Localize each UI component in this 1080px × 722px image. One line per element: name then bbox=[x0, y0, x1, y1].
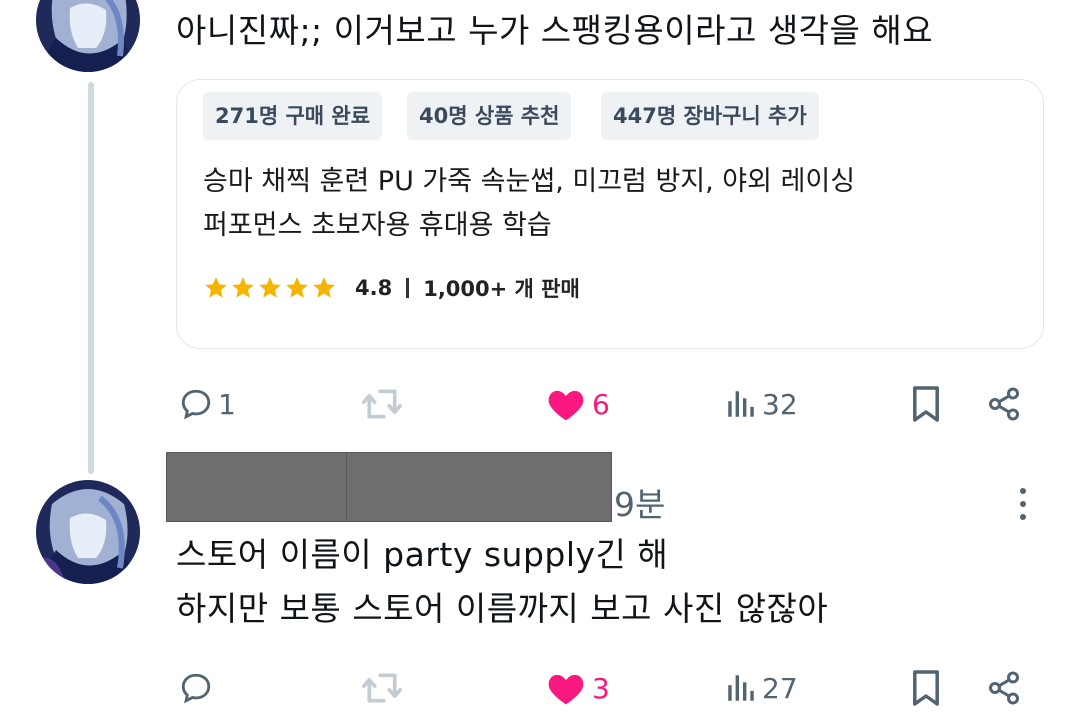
avatar-image bbox=[36, 0, 140, 72]
rating-row: 4.8 1,000+ 개 판매 bbox=[203, 268, 580, 308]
star-icon bbox=[259, 277, 281, 298]
heart-filled-icon bbox=[548, 390, 584, 421]
reply-text-line2: 하지만 보통 스토어 이름까지 보고 사진 않잖아 bbox=[176, 589, 829, 628]
share-button[interactable] bbox=[986, 382, 1022, 426]
like-button[interactable]: 3 bbox=[546, 666, 610, 710]
like-count: 6 bbox=[592, 387, 610, 421]
heart-filled-icon bbox=[548, 674, 584, 705]
share-icon bbox=[989, 671, 1019, 705]
product-title-line2: 퍼포먼스 초보자용 휴대용 학습 bbox=[203, 210, 552, 241]
redacted-handle bbox=[346, 452, 612, 522]
bookmark-icon bbox=[913, 670, 939, 706]
timestamp[interactable]: 9분 bbox=[614, 478, 665, 526]
recommend-count-badge: 40명 상품 추천 bbox=[407, 92, 572, 140]
product-card[interactable]: 271명 구매 완료 40명 상품 추천 447명 장바구니 추가 승마 채찍 … bbox=[176, 79, 1044, 349]
thread-connector-line bbox=[88, 82, 94, 474]
reply-text-line1: 스토어 이름이 party supply긴 해 bbox=[176, 535, 669, 574]
reply-icon bbox=[181, 673, 211, 704]
retweet-button[interactable] bbox=[360, 666, 404, 710]
reply-count: 1 bbox=[218, 387, 236, 421]
more-vertical-icon bbox=[1020, 488, 1026, 520]
redacted-name bbox=[166, 452, 348, 522]
star-icon bbox=[313, 277, 335, 298]
view-count: 32 bbox=[762, 387, 798, 421]
reply-button[interactable] bbox=[178, 666, 214, 710]
like-button[interactable]: 6 bbox=[546, 382, 610, 426]
avatar[interactable] bbox=[36, 0, 140, 72]
avatar-image bbox=[36, 480, 140, 584]
rating-separator bbox=[406, 278, 410, 298]
views-button[interactable]: 32 bbox=[724, 382, 798, 426]
bookmark-button[interactable] bbox=[910, 382, 942, 426]
reply-text: 스토어 이름이 party supply긴 해 하지만 보통 스토어 이름까지 … bbox=[176, 528, 828, 636]
retweet-button[interactable] bbox=[360, 382, 404, 426]
product-title: 승마 채찍 훈련 PU 가죽 속눈썹, 미끄럼 방지, 야외 레이싱 퍼포먼스 … bbox=[203, 160, 855, 248]
views-button[interactable]: 27 bbox=[724, 666, 798, 710]
retweet-icon bbox=[362, 673, 402, 703]
reply-icon bbox=[181, 389, 211, 420]
avatar[interactable] bbox=[36, 480, 140, 584]
like-count: 3 bbox=[592, 671, 610, 705]
product-title-line1: 승마 채찍 훈련 PU 가죽 속눈썹, 미끄럼 방지, 야외 레이싱 bbox=[203, 166, 856, 197]
purchase-count-badge: 271명 구매 완료 bbox=[203, 92, 383, 140]
analytics-icon bbox=[728, 675, 754, 701]
reply-button[interactable]: 1 bbox=[178, 382, 236, 426]
share-button[interactable] bbox=[986, 666, 1022, 710]
rating-value: 4.8 bbox=[355, 276, 393, 300]
star-icon bbox=[286, 277, 308, 298]
cart-count-badge: 447명 장바구니 추가 bbox=[601, 92, 819, 140]
star-icon bbox=[232, 277, 254, 298]
reply-text: 아니진짜;; 이거보고 누가 스팽킹용이라고 생각을 해요 bbox=[176, 11, 934, 50]
bookmark-button[interactable] bbox=[910, 666, 942, 710]
star-rating bbox=[203, 275, 337, 301]
view-count: 27 bbox=[762, 671, 798, 705]
share-icon bbox=[989, 387, 1019, 421]
sold-count: 1,000+ 개 판매 bbox=[423, 277, 580, 301]
retweet-icon bbox=[362, 389, 402, 419]
analytics-icon bbox=[728, 391, 754, 417]
more-options-button[interactable] bbox=[1018, 486, 1028, 526]
bookmark-icon bbox=[913, 386, 939, 422]
star-icon bbox=[205, 277, 227, 298]
